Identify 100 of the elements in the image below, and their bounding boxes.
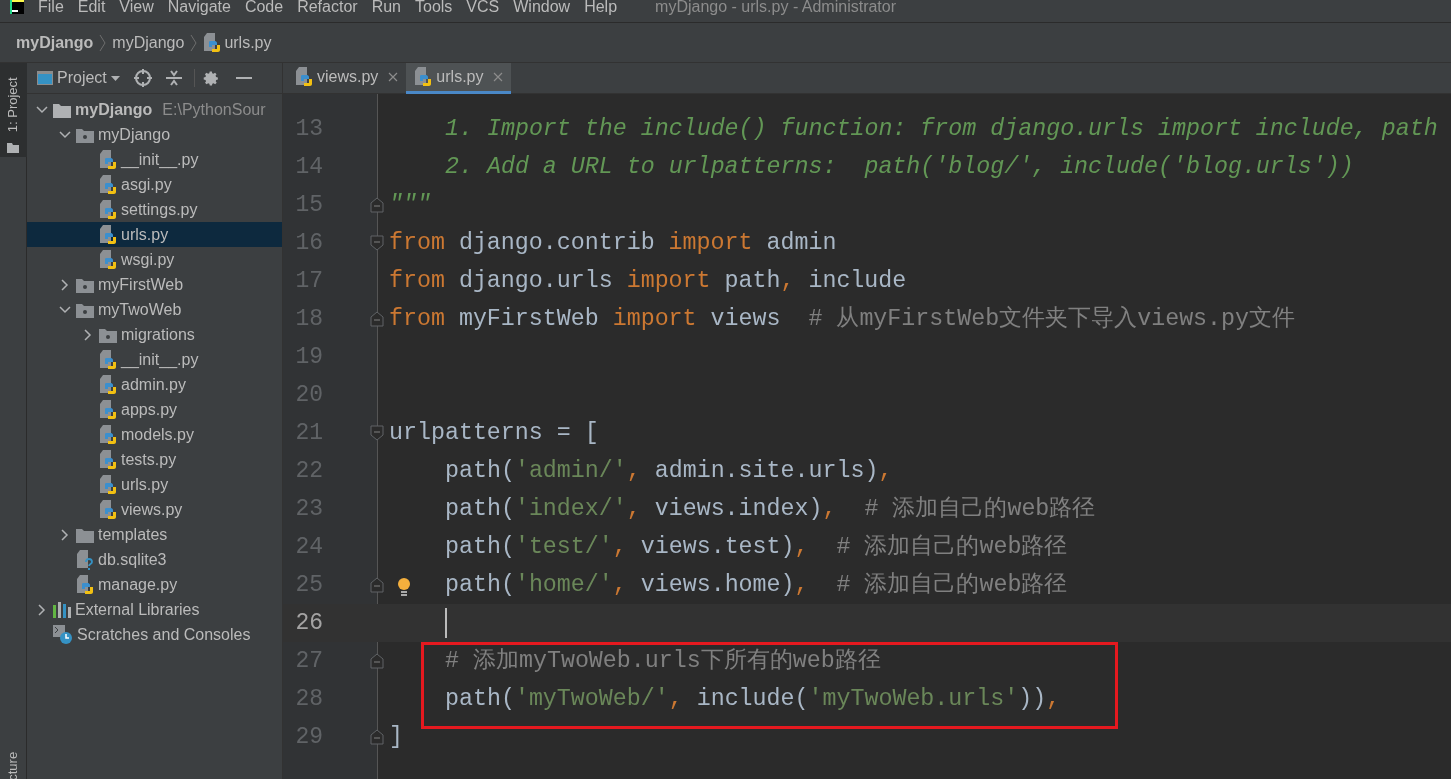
tree-item[interactable]: apps.py xyxy=(27,397,282,422)
menu-item[interactable]: Window xyxy=(513,0,571,14)
project-view-dropdown[interactable]: Project xyxy=(37,66,120,90)
tree-item[interactable]: views.py xyxy=(27,497,282,522)
tree-item[interactable]: __init__.py xyxy=(27,147,282,172)
scratches-icon xyxy=(53,624,73,645)
close-icon[interactable] xyxy=(388,72,399,82)
code-line: path('test/', views.test), # 添加自己的web路径 xyxy=(445,532,1068,562)
python-file-icon xyxy=(99,149,117,170)
python-file-icon xyxy=(99,449,117,470)
menu-item[interactable]: Navigate xyxy=(167,0,231,14)
caret-icon xyxy=(110,75,120,81)
settings-icon[interactable] xyxy=(202,69,220,87)
menu-item[interactable]: Refactor xyxy=(297,0,358,14)
tree-item[interactable]: myDjango xyxy=(27,122,282,147)
window-icon xyxy=(37,71,53,85)
fold-marker-icon[interactable] xyxy=(370,235,384,251)
breadcrumb[interactable]: urls.py xyxy=(203,30,272,55)
tree-item[interactable]: manage.py xyxy=(27,572,282,597)
code-line: from myFirstWeb import views # 从myFirstWeb文件夹下导入views.py文件 xyxy=(389,304,1296,334)
python-file-icon xyxy=(99,499,117,520)
code-line: path('index/', views.index), # 添加自己的web路径 xyxy=(445,494,1096,524)
code-line: from django.urls import path, include xyxy=(389,266,907,296)
chevron-icon xyxy=(99,34,107,51)
breadcrumb[interactable]: myDjango xyxy=(16,30,94,55)
python-file-icon xyxy=(99,199,117,220)
package-folder-icon xyxy=(76,126,94,143)
tree-item[interactable]: myFirstWeb xyxy=(27,272,282,297)
python-file-icon xyxy=(99,474,117,495)
tree-item[interactable]: Scratches and Consoles xyxy=(27,622,282,647)
folder-icon xyxy=(53,101,71,118)
code-line: 2. Add a URL to urlpatterns: path('blog/', include('blog.urls')) xyxy=(445,152,1354,182)
breadcrumb[interactable]: myDjango xyxy=(112,30,185,55)
code-editor[interactable] xyxy=(283,94,1451,779)
code-line: 1. Import the include() function: from django.urls import include, path xyxy=(445,114,1438,144)
window-title: myDjango - urls.py - Administrator xyxy=(655,0,897,14)
tree-item[interactable]: External Libraries xyxy=(27,597,282,622)
lightbulb-icon[interactable] xyxy=(397,578,411,596)
menu-item[interactable]: Run xyxy=(371,0,401,14)
package-folder-icon xyxy=(99,326,117,343)
python-file-icon xyxy=(99,349,117,370)
python-file-icon xyxy=(76,574,94,595)
tree-item[interactable]: asgi.py xyxy=(27,172,282,197)
fold-marker-icon[interactable] xyxy=(370,577,384,593)
python-file-icon xyxy=(99,424,117,445)
editor-tab[interactable]: views.py xyxy=(287,63,407,94)
menu-item[interactable]: File xyxy=(38,0,64,14)
project-tool-tab[interactable]: 1: Project xyxy=(0,63,27,157)
python-file-icon xyxy=(295,67,313,87)
tree-item[interactable]: settings.py xyxy=(27,197,282,222)
code-line: path('home/', views.home), # 添加自己的web路径 xyxy=(445,570,1068,600)
menu-item[interactable]: Tools xyxy=(415,0,453,14)
python-file-icon xyxy=(99,249,117,270)
tree-item[interactable]: __init__.py xyxy=(27,347,282,372)
tree-item[interactable]: migrations xyxy=(27,322,282,347)
code-line: from django.contrib import admin xyxy=(389,228,837,258)
python-file-icon xyxy=(99,399,117,420)
libraries-icon xyxy=(53,601,71,618)
close-icon[interactable] xyxy=(493,72,504,82)
tree-item[interactable]: templates xyxy=(27,522,282,547)
menu-item[interactable]: View xyxy=(119,0,154,14)
tree-item[interactable]: db.sqlite3 xyxy=(27,547,282,572)
tree-item[interactable]: tests.py xyxy=(27,447,282,472)
unknown-file-icon xyxy=(76,549,94,570)
python-file-icon xyxy=(414,67,433,87)
code-line: path('myTwoWeb/', include('myTwoWeb.urls')), xyxy=(445,684,1061,714)
tree-item[interactable]: admin.py xyxy=(27,372,282,397)
app-logo-icon xyxy=(10,0,24,14)
menu-item[interactable]: Edit xyxy=(77,0,106,14)
package-folder-icon xyxy=(76,276,94,293)
fold-marker-icon[interactable] xyxy=(370,197,384,213)
menu-item[interactable]: Code xyxy=(244,0,284,14)
editor-tab[interactable]: urls.py xyxy=(406,63,512,94)
python-file-icon xyxy=(99,374,117,395)
fold-marker-icon[interactable] xyxy=(370,425,384,441)
package-folder-icon xyxy=(76,301,94,318)
python-file-icon xyxy=(99,224,117,245)
tree-item[interactable]: urls.py xyxy=(27,472,282,497)
folder-icon xyxy=(7,143,19,153)
collapse-icon[interactable] xyxy=(165,70,182,86)
python-file-icon xyxy=(203,32,222,53)
fold-marker-icon[interactable] xyxy=(370,311,384,327)
tree-item[interactable]: wsgi.py xyxy=(27,247,282,272)
menu-item[interactable]: Help xyxy=(584,0,618,14)
tree-item[interactable]: urls.py xyxy=(27,222,282,247)
tree-item[interactable]: models.py xyxy=(27,422,282,447)
fold-marker-icon[interactable] xyxy=(370,729,384,745)
minimize-icon[interactable] xyxy=(235,76,252,80)
code-line: path('admin/', admin.site.urls), xyxy=(445,456,893,486)
locate-icon[interactable] xyxy=(133,69,152,87)
line-number: 26 xyxy=(294,608,323,638)
python-file-icon xyxy=(99,174,117,195)
tree-item[interactable]: myDjango E:\PythonSour xyxy=(27,97,282,122)
folder-icon xyxy=(76,526,94,543)
tab-label: 1: Project xyxy=(4,76,22,135)
code-line: urlpatterns = [ xyxy=(389,418,599,448)
fold-marker-icon[interactable] xyxy=(370,653,384,669)
tree-item[interactable]: myTwoWeb xyxy=(27,297,282,322)
code-line: # 添加myTwoWeb.urls下所有的web路径 xyxy=(445,646,881,676)
menu-item[interactable]: VCS xyxy=(466,0,500,14)
